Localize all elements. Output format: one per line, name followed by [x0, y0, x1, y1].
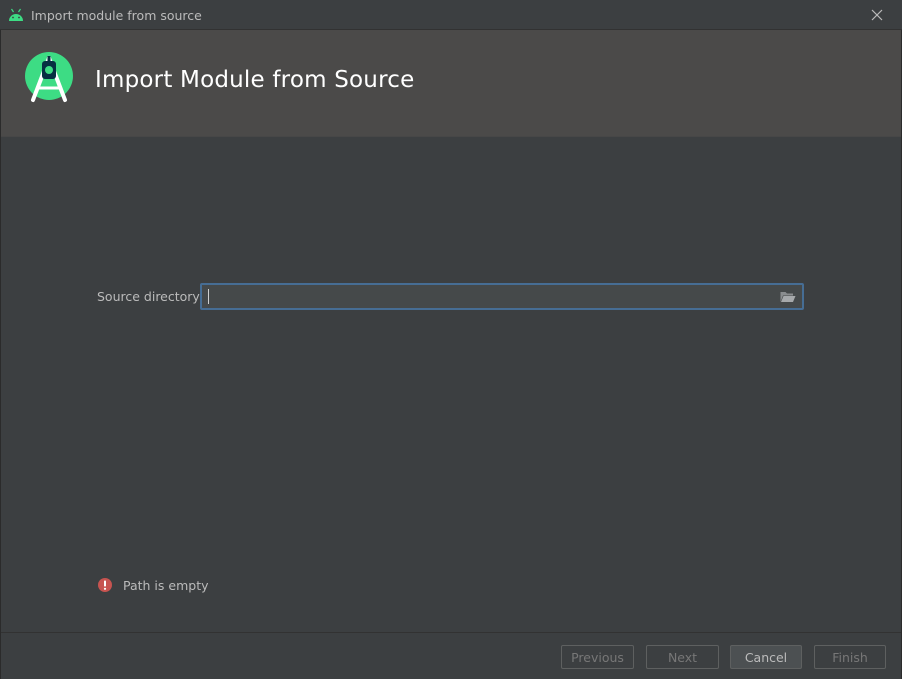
cancel-button[interactable]: Cancel: [730, 645, 802, 669]
finish-button[interactable]: Finish: [814, 645, 886, 669]
source-directory-label: Source directory:: [97, 289, 204, 304]
wizard-header: Import Module from Source: [1, 30, 901, 137]
wizard-content: Source directory: Path is empty: [1, 137, 901, 632]
source-directory-field[interactable]: [200, 283, 804, 310]
error-icon: [98, 578, 112, 592]
android-icon: [9, 8, 23, 21]
window-titlebar: Import module from source: [0, 0, 902, 30]
error-text: Path is empty: [123, 578, 209, 593]
wizard-title: Import Module from Source: [95, 67, 415, 93]
next-button[interactable]: Next: [646, 645, 719, 669]
close-button[interactable]: [866, 5, 888, 25]
source-directory-input[interactable]: [206, 286, 778, 307]
wizard-footer: Previous Next Cancel Finish: [1, 632, 901, 679]
previous-button[interactable]: Previous: [561, 645, 634, 669]
close-icon: [871, 9, 883, 21]
android-studio-logo: [25, 52, 73, 102]
text-caret: [208, 289, 209, 304]
folder-open-icon[interactable]: [780, 290, 796, 303]
window-title: Import module from source: [31, 8, 202, 23]
